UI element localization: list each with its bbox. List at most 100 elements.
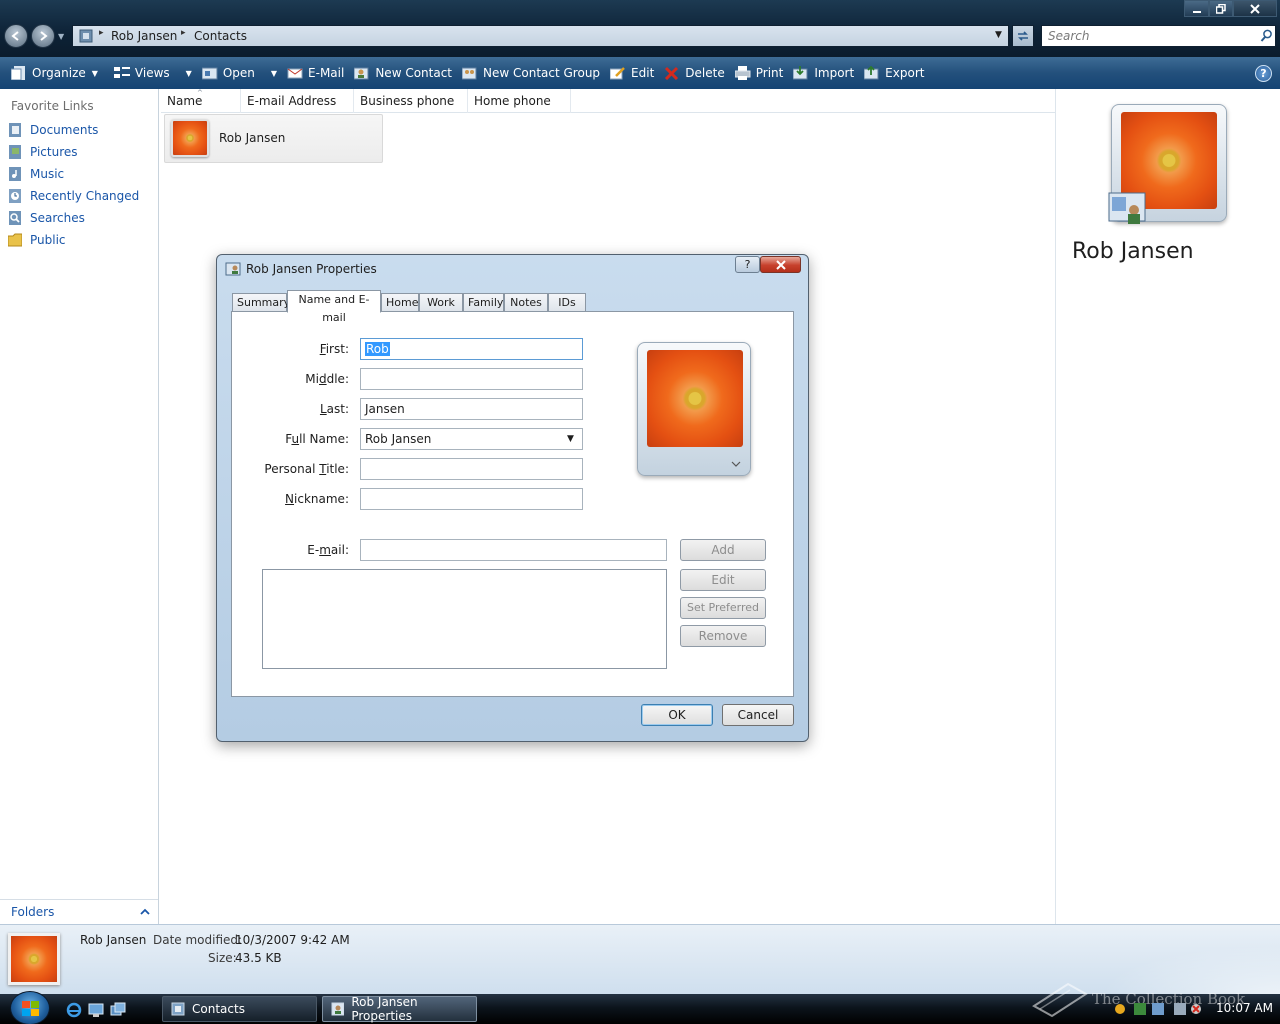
email-field[interactable] <box>360 539 667 561</box>
close-button[interactable] <box>1233 0 1277 17</box>
address-dropdown-icon[interactable]: ▼ <box>995 30 1002 40</box>
help-icon[interactable]: ? <box>1255 65 1272 82</box>
taskbar-button-rob-jansen-properties[interactable]: Rob Jansen Properties <box>322 995 477 1023</box>
personal-title-field[interactable] <box>360 458 583 480</box>
folders-toggle[interactable]: Folders <box>0 899 158 923</box>
edit-email-button[interactable]: Edit <box>680 569 766 591</box>
views-button[interactable]: Views ▼ <box>109 60 197 86</box>
back-button[interactable] <box>4 24 28 48</box>
sidebar-item-searches[interactable]: Searches <box>8 211 85 225</box>
column-header-email[interactable]: E-mail Address <box>241 89 354 113</box>
add-email-button[interactable]: Add <box>680 539 766 561</box>
search-input[interactable] <box>1048 29 1253 43</box>
tab-ids[interactable]: IDs <box>548 293 586 313</box>
column-header-name[interactable]: Name ^ <box>161 89 241 113</box>
column-headers: Name ^ E-mail Address Business phone Home… <box>161 89 1055 113</box>
column-header-home-phone[interactable]: Home phone <box>468 89 571 113</box>
contact-item[interactable]: Rob Jansen <box>164 114 383 163</box>
remove-email-button[interactable]: Remove <box>680 625 766 647</box>
pictures-icon <box>9 145 21 159</box>
preview-contact-name: Rob Jansen <box>1072 239 1194 264</box>
search-icon[interactable] <box>1260 29 1273 43</box>
sidebar-item-label: Documents <box>30 123 99 137</box>
forward-button[interactable] <box>31 24 55 48</box>
sidebar-item-documents[interactable]: Documents <box>8 123 98 137</box>
contact-photo-button[interactable] <box>637 342 751 476</box>
cancel-button[interactable]: Cancel <box>722 704 794 726</box>
tab-work[interactable]: Work <box>419 293 463 313</box>
breadcrumb-rob-jansen[interactable]: Rob Jansen <box>111 29 177 43</box>
refresh-button[interactable] <box>1012 25 1034 47</box>
dropdown-arrow-icon[interactable]: ▼ <box>567 429 574 449</box>
email-list[interactable] <box>262 569 667 669</box>
nickname-field[interactable] <box>360 488 583 510</box>
delete-icon <box>665 66 679 80</box>
tab-summary[interactable]: Summary <box>232 293 290 313</box>
export-button[interactable]: Export <box>859 60 929 86</box>
search-box[interactable] <box>1041 25 1276 47</box>
nickname-label: Nickname: <box>285 492 349 506</box>
sidebar-item-label: Music <box>30 167 65 181</box>
taskbar-button-contacts[interactable]: Contacts <box>162 996 317 1022</box>
middle-name-field[interactable] <box>360 368 583 390</box>
edit-button[interactable]: Edit <box>605 60 659 86</box>
email-icon <box>287 68 303 79</box>
sidebar-item-public[interactable]: Public <box>8 233 66 247</box>
system-tray-icons <box>1115 1003 1201 1015</box>
breadcrumb-separator-icon: ▸ <box>181 28 186 38</box>
watermark-book-icon <box>1032 982 1088 1018</box>
address-bar[interactable]: ▸ Rob Jansen ▸ Contacts ▼ <box>72 25 1009 47</box>
restore-button[interactable] <box>1209 0 1233 17</box>
watermark-glow <box>1100 945 1280 995</box>
new-contact-group-button[interactable]: New Contact Group <box>457 60 605 86</box>
new-contact-group-icon <box>462 67 477 80</box>
open-button[interactable]: Open ▼ <box>197 60 282 86</box>
last-name-field[interactable]: Jansen <box>360 398 583 420</box>
delete-button[interactable]: Delete <box>659 60 729 86</box>
full-name-combobox[interactable]: Rob Jansen ▼ <box>360 428 583 450</box>
sidebar-item-pictures[interactable]: Pictures <box>8 145 78 159</box>
switch-windows-icon[interactable] <box>110 1002 126 1018</box>
public-folder-icon <box>8 233 22 247</box>
music-icon <box>9 167 21 181</box>
dialog-help-button[interactable]: ? <box>735 256 760 273</box>
sidebar-item-label: Searches <box>30 211 85 225</box>
dropdown-arrow-icon: ▼ <box>185 68 192 78</box>
personal-title-label: Personal Title: <box>264 462 349 476</box>
tab-family[interactable]: Family <box>463 293 504 313</box>
show-desktop-icon[interactable] <box>88 1002 104 1018</box>
sidebar-item-music[interactable]: Music <box>8 167 64 181</box>
import-button[interactable]: Import <box>788 60 859 86</box>
start-button[interactable] <box>10 991 50 1024</box>
contact-name: Rob Jansen <box>219 131 286 145</box>
restore-icon <box>1216 3 1226 14</box>
new-contact-button[interactable]: New Contact <box>349 60 457 86</box>
set-preferred-button[interactable]: Set Preferred <box>680 597 766 619</box>
middle-name-label: Middle: <box>305 372 349 386</box>
email-button[interactable]: E-Mail <box>282 60 349 86</box>
column-header-business-phone[interactable]: Business phone <box>354 89 468 113</box>
close-icon <box>1250 3 1260 14</box>
tab-notes[interactable]: Notes <box>504 293 548 313</box>
taskbar-label: Contacts <box>192 1002 245 1016</box>
windows-logo-icon <box>22 1001 39 1016</box>
sidebar-item-recently-changed[interactable]: Recently Changed <box>8 189 139 203</box>
recent-pages-dropdown[interactable]: ▼ <box>58 32 64 41</box>
print-button[interactable]: Print <box>730 60 789 86</box>
question-mark-icon: ? <box>744 258 751 271</box>
minimize-button[interactable] <box>1184 0 1209 17</box>
recently-changed-icon <box>9 189 21 203</box>
internet-explorer-icon[interactable] <box>66 1002 82 1018</box>
folders-label: Folders <box>11 904 55 919</box>
breadcrumb-contacts[interactable]: Contacts <box>194 29 247 43</box>
ok-button[interactable]: OK <box>641 704 713 726</box>
dialog-title: Rob Jansen Properties <box>246 262 377 276</box>
first-name-field[interactable]: Rob <box>360 338 583 360</box>
organize-button[interactable]: Organize ▼ <box>6 60 103 86</box>
clock[interactable]: 10:07 AM <box>1216 1001 1273 1015</box>
dialog-close-button[interactable] <box>760 256 801 273</box>
tab-name-and-email[interactable]: Name and E-mail <box>287 290 381 324</box>
tab-home[interactable]: Home <box>381 293 419 313</box>
chevron-down-icon <box>731 461 741 467</box>
navigation-pane: Favorite Links Documents Pictures Music … <box>0 89 159 924</box>
